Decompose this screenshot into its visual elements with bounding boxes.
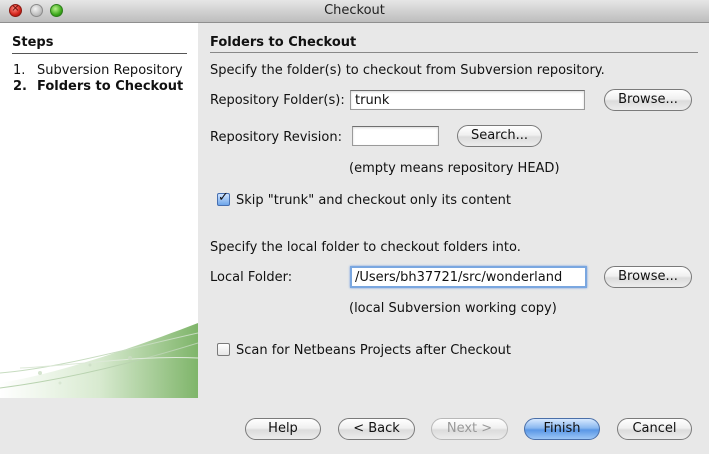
steps-sidebar: Steps 1. Subversion Repository 2. Folders … — [0, 23, 198, 398]
repository-revision-input[interactable] — [352, 126, 439, 146]
scan-netbeans-checkbox[interactable] — [217, 343, 230, 356]
step-number: 1. — [13, 63, 26, 78]
checkout-panel: Folders to Checkout Specify the folder(s… — [198, 23, 709, 398]
cancel-button[interactable]: Cancel — [617, 418, 692, 440]
steps-divider — [12, 53, 187, 54]
scan-netbeans-label[interactable]: Scan for Netbeans Projects after Checkou… — [236, 343, 511, 358]
panel-heading: Folders to Checkout — [210, 35, 357, 50]
repository-revision-label: Repository Revision: — [210, 130, 342, 145]
step-item-current: 2. Folders to Checkout — [13, 79, 183, 94]
local-intro-text: Specify the local folder to checkout fol… — [210, 240, 521, 255]
repository-folder-input[interactable] — [350, 90, 585, 110]
step-item: 1. Subversion Repository — [13, 63, 183, 78]
step-label: Folders to Checkout — [37, 79, 184, 94]
step-number: 2. — [13, 79, 27, 94]
window-title: Checkout — [324, 3, 385, 18]
skip-trunk-label[interactable]: Skip "trunk" and checkout only its conte… — [236, 193, 511, 208]
checkmark-icon: ✓ — [218, 190, 229, 205]
finish-button[interactable]: Finish — [524, 418, 600, 440]
dialog-footer: Help < Back Next > Finish Cancel — [0, 398, 709, 454]
local-folder-hint: (local Subversion working copy) — [349, 301, 557, 316]
panel-divider — [210, 52, 698, 53]
skip-trunk-checkbox[interactable]: ✓ — [217, 190, 230, 206]
back-button[interactable]: < Back — [338, 418, 415, 440]
next-button[interactable]: Next > — [431, 418, 508, 440]
title-bar[interactable]: × Checkout — [0, 0, 709, 23]
decorative-swoosh-graphic — [0, 323, 198, 398]
search-revision-button[interactable]: Search... — [457, 125, 542, 147]
local-browse-button[interactable]: Browse... — [604, 266, 692, 288]
intro-text: Specify the folder(s) to checkout from S… — [210, 63, 605, 78]
repository-folder-label: Repository Folder(s): — [210, 93, 345, 108]
repository-browse-button[interactable]: Browse... — [604, 89, 692, 111]
local-folder-label: Local Folder: — [210, 270, 293, 285]
help-button[interactable]: Help — [245, 418, 321, 440]
steps-heading: Steps — [12, 35, 54, 50]
revision-hint: (empty means repository HEAD) — [349, 161, 560, 176]
local-folder-input[interactable] — [350, 266, 587, 288]
step-label: Subversion Repository — [37, 63, 183, 78]
checkout-dialog: × Checkout Steps 1. Subversion Repository… — [0, 0, 709, 454]
